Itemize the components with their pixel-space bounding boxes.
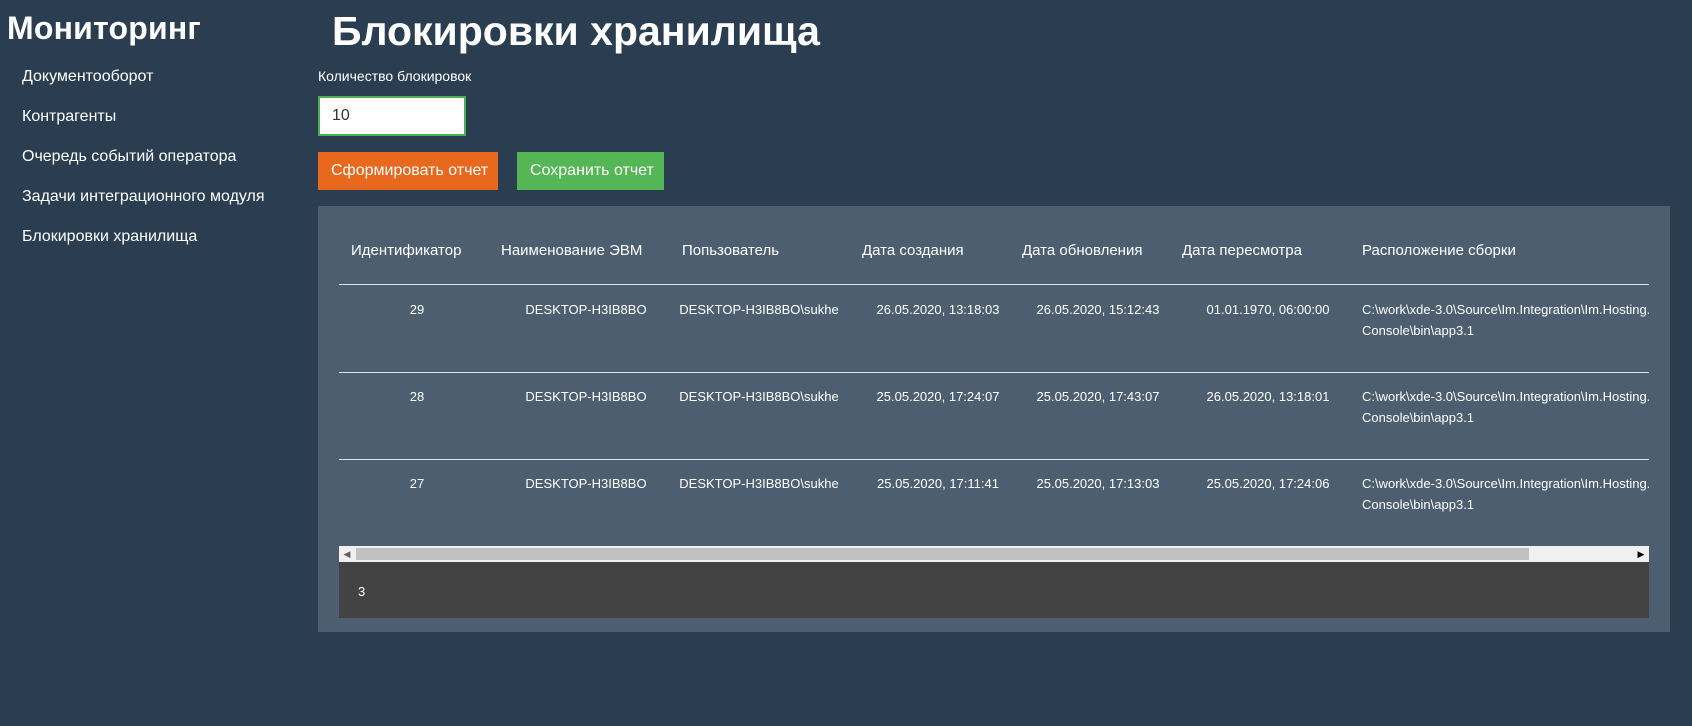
lock-count-input[interactable] [318,96,466,136]
page-title: Блокировки хранилища [332,8,820,54]
brand-title: Мониторинг [7,10,201,46]
table-row[interactable]: 29 DESKTOP-H3IB8BO DESKTOP-H3IB8BO\sukhe… [339,285,1649,373]
table-footer: 3 [339,562,1649,618]
app-window: Мониторинг Документооборот Контрагенты О… [0,0,1692,726]
sidebar-nav: Документооборот Контрагенты Очередь собы… [22,66,265,266]
save-report-button[interactable]: Сохранить отчет [517,152,664,190]
horizontal-scrollbar[interactable]: ◀ ▶ [339,546,1649,562]
scroll-left-icon[interactable]: ◀ [339,546,355,562]
cell-updated: 25.05.2020, 17:13:03 [1036,476,1160,491]
cell-location: C:\work\xde-3.0\Source\Im.Integration\Im… [1362,389,1649,425]
cell-id: 29 [409,302,425,317]
cell-location: C:\work\xde-3.0\Source\Im.Integration\Im… [1362,476,1649,512]
cell-machine: DESKTOP-H3IB8BO [525,476,647,491]
column-header-location[interactable]: Расположение сборки [1362,242,1516,259]
cell-machine: DESKTOP-H3IB8BO [525,302,647,317]
cell-user: DESKTOP-H3IB8BO\sukhe [679,302,839,317]
report-panel: Идентификатор Наименование ЭВМ Попьзоват… [318,206,1670,632]
column-header-reviewed[interactable]: Дата пересмотра [1182,242,1302,259]
table-row[interactable]: 27 DESKTOP-H3IB8BO DESKTOP-H3IB8BO\sukhe… [339,459,1649,547]
cell-created: 25.05.2020, 17:24:07 [876,389,1000,404]
cell-user: DESKTOP-H3IB8BO\sukhe [679,389,839,404]
row-count: 3 [358,584,366,599]
cell-reviewed: 25.05.2020, 17:24:06 [1206,476,1330,491]
sidebar-item-documents[interactable]: Документооборот [22,66,265,106]
column-header-updated[interactable]: Дата обновления [1022,242,1142,259]
generate-report-button[interactable]: Сформировать отчет [318,152,498,190]
column-header-id[interactable]: Идентификатор [351,242,461,259]
sidebar-item-operator-events[interactable]: Очередь событий оператора [22,146,265,186]
cell-location: C:\work\xde-3.0\Source\Im.Integration\Im… [1362,302,1649,338]
locks-table: Идентификатор Наименование ЭВМ Попьзоват… [339,206,1649,562]
sidebar-item-storage-locks[interactable]: Блокировки хранилища [22,226,265,266]
cell-updated: 25.05.2020, 17:43:07 [1036,389,1160,404]
column-header-machine[interactable]: Наименование ЭВМ [501,242,642,259]
sidebar-item-counterparties[interactable]: Контрагенты [22,106,265,146]
cell-id: 28 [409,389,425,404]
cell-machine: DESKTOP-H3IB8BO [525,389,647,404]
lock-count-label: Количество блокировок [318,68,472,84]
cell-created: 25.05.2020, 17:11:41 [877,476,999,491]
cell-user: DESKTOP-H3IB8BO\sukhe [679,476,839,491]
column-header-user[interactable]: Попьзователь [682,242,779,259]
cell-id: 27 [409,476,425,491]
cell-reviewed: 01.01.1970, 06:00:00 [1206,302,1330,317]
table-header: Идентификатор Наименование ЭВМ Попьзоват… [339,206,1649,285]
column-header-created[interactable]: Дата создания [862,242,964,259]
cell-reviewed: 26.05.2020, 13:18:01 [1206,389,1330,404]
scroll-right-icon[interactable]: ▶ [1633,546,1649,562]
cell-updated: 26.05.2020, 15:12:43 [1036,302,1160,317]
scrollbar-thumb[interactable] [356,548,1529,560]
sidebar-item-integration-tasks[interactable]: Задачи интеграционного модуля [22,186,265,226]
table-row[interactable]: 28 DESKTOP-H3IB8BO DESKTOP-H3IB8BO\sukhe… [339,372,1649,460]
cell-created: 26.05.2020, 13:18:03 [876,302,1000,317]
